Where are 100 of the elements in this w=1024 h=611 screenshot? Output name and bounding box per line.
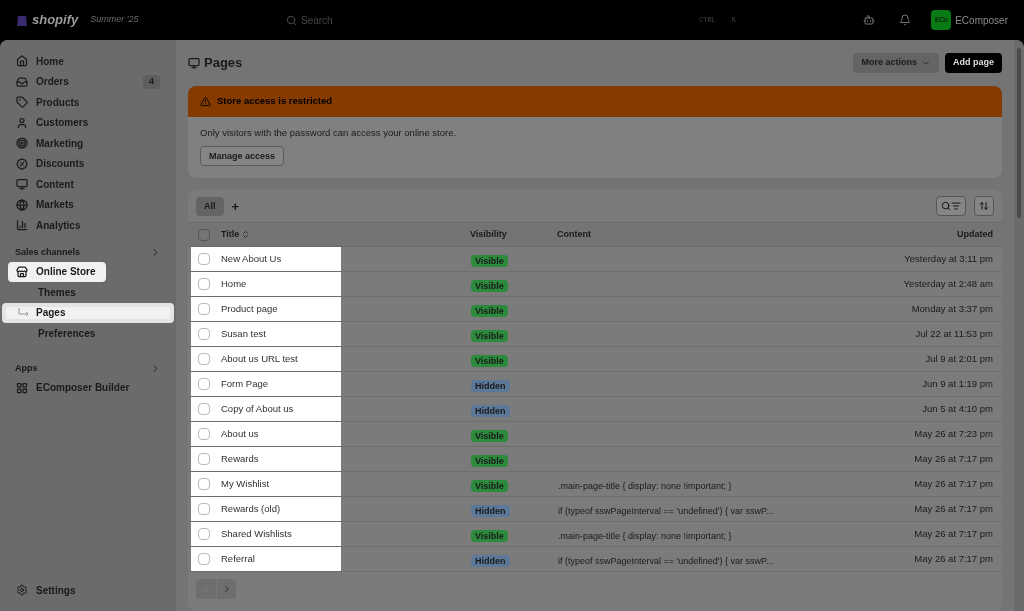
updated-date: Jun 9 at 1:19 pm <box>922 377 993 392</box>
page-title-cell[interactable]: About us <box>221 427 259 442</box>
content-preview: if (typeof sswPageInterval == 'undefined') { var sswP... <box>558 506 774 517</box>
tag-icon <box>16 96 28 109</box>
column-header: Visibility <box>470 228 508 241</box>
visibility-badge: Hidden <box>471 555 510 568</box>
row-checkbox[interactable] <box>198 553 210 566</box>
table-row[interactable]: Product page Visible Monday at 3:37 pm <box>188 297 1002 323</box>
nav-label: Orders <box>36 75 70 90</box>
settings-icon <box>16 584 28 596</box>
store-name[interactable]: EComposer <box>955 12 1008 28</box>
row-checkbox[interactable] <box>198 528 210 541</box>
robot-icon[interactable] <box>863 14 876 26</box>
table-row[interactable]: About us URL test Visible Jul 9 at 2:01 pm <box>188 347 1002 373</box>
content-preview: .main-page-title { display: none !important; } <box>558 481 732 492</box>
nav-label: Pages <box>36 306 66 321</box>
updated-date: Yesterday at 2:48 am <box>903 277 993 292</box>
scrollbar-thumb[interactable] <box>1017 48 1021 218</box>
column-header: Updated <box>957 228 993 241</box>
updated-date: May 26 at 7:17 pm <box>914 552 993 567</box>
content-preview: if (typeof sswPageInterval == 'undefined') { var sswP... <box>558 556 774 567</box>
row-checkbox[interactable] <box>198 303 210 316</box>
table-row[interactable]: Form Page Hidden Jun 9 at 1:19 pm <box>188 372 1002 398</box>
bag-logo-icon <box>16 13 28 27</box>
table-row[interactable]: Home Visible Yesterday at 2:48 am <box>188 272 1002 298</box>
table-row[interactable]: New About Us Visible Yesterday at 3:11 pm <box>188 247 1002 273</box>
globe-icon <box>16 198 28 211</box>
table-row[interactable]: Referral Hidden if (typeof sswPageInterval == 'undefined') { var sswP... May 26 at 7:17 pm <box>188 547 1002 573</box>
row-checkbox[interactable] <box>198 403 210 416</box>
updated-date: Jul 9 at 2:01 pm <box>925 352 993 367</box>
nav-label: Marketing <box>36 136 85 151</box>
row-checkbox[interactable] <box>198 328 210 341</box>
banner-text: Only visitors with the password can access your online store. <box>200 126 457 140</box>
search-icon <box>286 14 297 26</box>
row-checkbox[interactable] <box>198 428 210 441</box>
nav-sub-item[interactable]: Pages <box>2 302 174 323</box>
filter-icon <box>951 201 961 212</box>
updated-date: May 26 at 7:17 pm <box>914 527 993 542</box>
bell-icon[interactable] <box>899 14 912 26</box>
app-icon <box>16 381 28 394</box>
content-preview: .main-page-title { display: none !important; } <box>558 531 732 542</box>
row-checkbox[interactable] <box>198 353 210 366</box>
page-title-cell[interactable]: Form Page <box>221 377 268 392</box>
section-title: Sales channels <box>15 245 81 259</box>
sort-arrows-icon <box>241 230 251 240</box>
brand-name: shopify <box>32 11 79 30</box>
tree-connector-icon <box>18 307 30 318</box>
table-row[interactable]: About us Visible May 26 at 7:23 pm <box>188 422 1002 448</box>
page-title-cell[interactable]: Referral <box>221 552 255 567</box>
row-checkbox[interactable] <box>198 253 210 266</box>
updated-date: Yesterday at 3:11 pm <box>904 252 993 267</box>
select-all-checkbox[interactable] <box>198 228 210 241</box>
chevron-right-icon[interactable] <box>150 247 161 258</box>
visibility-badge: Hidden <box>471 505 510 518</box>
row-checkbox[interactable] <box>198 453 210 466</box>
row-checkbox[interactable] <box>198 478 210 491</box>
page-title-cell[interactable]: My Wishlist <box>221 477 270 492</box>
search-field[interactable]: Search <box>301 12 683 28</box>
visibility-badge: Visible <box>471 430 508 443</box>
table-row[interactable]: Rewards Visible May 26 at 7:17 pm <box>188 447 1002 473</box>
nav-label: Analytics <box>36 218 82 233</box>
visibility-badge: Visible <box>471 530 508 543</box>
nav-label: Discounts <box>36 157 86 172</box>
page-title-cell[interactable]: Home <box>221 277 247 292</box>
next-page-button[interactable] <box>216 579 236 600</box>
nav-item[interactable]: Online Store <box>8 261 106 282</box>
edition-label: Summer '25 <box>90 13 139 27</box>
nav-label: Preferences <box>38 326 96 341</box>
add-view-button[interactable]: + <box>231 199 240 213</box>
updated-date: May 26 at 7:17 pm <box>914 502 993 517</box>
person-icon <box>16 116 28 129</box>
add-page-button[interactable]: Add page <box>945 53 1002 73</box>
page-title-cell[interactable]: Rewards <box>221 452 259 467</box>
column-header[interactable]: Title <box>221 228 470 242</box>
search-filter-button[interactable] <box>936 196 966 217</box>
sort-icon <box>979 201 989 212</box>
visibility-badge: Visible <box>471 305 508 318</box>
target-icon <box>16 137 28 150</box>
visibility-badge: Hidden <box>471 405 510 418</box>
nav-label: Markets <box>36 198 75 213</box>
updated-date: May 26 at 7:23 pm <box>914 427 993 442</box>
monitor-icon <box>16 178 28 191</box>
table-row[interactable]: Copy of About us Hidden Jun 5 at 4:10 pm <box>188 397 1002 423</box>
row-checkbox[interactable] <box>198 378 210 391</box>
nav-label: Products <box>36 95 81 110</box>
visibility-badge: Visible <box>471 455 508 468</box>
row-checkbox[interactable] <box>198 503 210 516</box>
table-row[interactable]: Rewards (old) Hidden if (typeof sswPageInterval == 'undefined') { var sswP... May 26 at 7:17 pm <box>188 497 1002 523</box>
table-row[interactable]: Shared Wishlists Visible .main-page-title { display: none !important; } May 26 at 7:17 pm <box>188 522 1002 548</box>
column-header: Content <box>557 228 592 241</box>
page-title-cell[interactable]: Susan test <box>221 327 266 342</box>
row-checkbox[interactable] <box>198 278 210 291</box>
section-title: Apps <box>15 361 38 375</box>
house-icon <box>16 55 28 68</box>
table-row[interactable]: My Wishlist Visible .main-page-title { display: none !important; } May 26 at 7:17 pm <box>188 472 1002 498</box>
manage-access-button[interactable]: Manage access <box>200 146 285 167</box>
table-row[interactable]: Susan test Visible Jul 22 at 11:53 pm <box>188 322 1002 348</box>
bar-chart-icon <box>16 219 28 232</box>
sort-button[interactable] <box>974 196 994 217</box>
visibility-badge: Visible <box>471 330 508 343</box>
